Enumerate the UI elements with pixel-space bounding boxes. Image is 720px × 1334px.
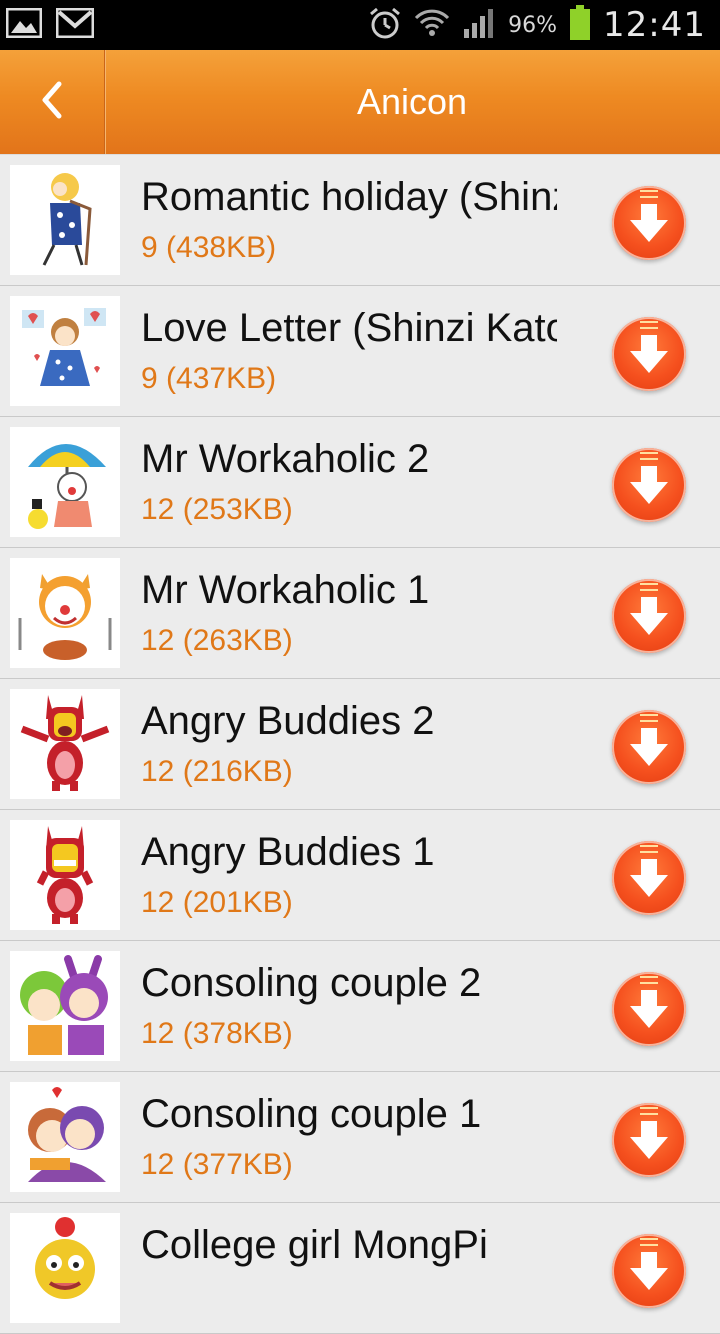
status-bar: 96% 12:41 xyxy=(0,0,720,50)
item-meta: 9 (437KB) xyxy=(141,362,277,395)
battery-percentage: 96% xyxy=(508,12,558,38)
wifi-icon xyxy=(414,6,450,45)
download-icon xyxy=(630,845,668,897)
list-item[interactable]: Mr Workaholic 1 12 (263KB) xyxy=(0,548,720,679)
item-name: Consoling couple 2 xyxy=(141,961,482,1005)
item-name: Mr Workaholic 1 xyxy=(141,568,430,612)
sticker-thumbnail xyxy=(10,296,120,406)
sticker-thumbnail xyxy=(10,558,120,668)
list-item[interactable]: Consoling couple 1 12 (377KB) xyxy=(0,1072,720,1203)
alarm-icon xyxy=(368,6,402,45)
list-item[interactable]: Consoling couple 2 12 (378KB) xyxy=(0,941,720,1072)
item-meta: 12 (263KB) xyxy=(141,624,293,657)
download-icon xyxy=(630,452,668,504)
download-button[interactable] xyxy=(612,710,686,784)
download-button[interactable] xyxy=(612,186,686,260)
item-meta: 12 (253KB) xyxy=(141,493,293,526)
back-button[interactable] xyxy=(0,50,106,154)
sticker-thumbnail xyxy=(10,951,120,1061)
item-name: Consoling couple 1 xyxy=(141,1092,482,1136)
sticker-thumbnail xyxy=(10,165,120,275)
download-button[interactable] xyxy=(612,1234,686,1308)
download-button[interactable] xyxy=(612,841,686,915)
download-icon xyxy=(630,321,668,373)
download-button[interactable] xyxy=(612,1103,686,1177)
item-name: Angry Buddies 1 xyxy=(141,830,435,874)
sticker-thumbnail xyxy=(10,689,120,799)
item-name: Angry Buddies 2 xyxy=(141,699,435,743)
sticker-thumbnail xyxy=(10,1082,120,1192)
sticker-thumbnail xyxy=(10,1213,120,1323)
list-item[interactable]: Romantic holiday (Shinzi Katoh) 9 (438KB… xyxy=(0,154,720,286)
list-item[interactable]: Angry Buddies 2 12 (216KB) xyxy=(0,679,720,810)
page-title: Anicon xyxy=(356,81,468,122)
app-header: Anicon xyxy=(0,50,720,154)
signal-icon xyxy=(462,7,496,44)
battery-icon xyxy=(569,4,591,46)
download-button[interactable] xyxy=(612,317,686,391)
sticker-thumbnail xyxy=(10,820,120,930)
item-name: Love Letter (Shinzi Katoh) xyxy=(141,306,557,350)
sticker-list: Romantic holiday (Shinzi Katoh) 9 (438KB… xyxy=(0,154,720,1334)
download-button[interactable] xyxy=(612,972,686,1046)
item-name: Mr Workaholic 2 xyxy=(141,437,430,481)
clock: 12:41 xyxy=(603,5,706,45)
item-name: College girl MongPi xyxy=(141,1223,488,1267)
download-button[interactable] xyxy=(612,579,686,653)
item-name: Romantic holiday (Shinzi Katoh) xyxy=(141,175,557,219)
list-item[interactable]: Mr Workaholic 2 12 (253KB) xyxy=(0,417,720,548)
list-item[interactable]: Love Letter (Shinzi Katoh) 9 (437KB) xyxy=(0,286,720,417)
chevron-left-icon xyxy=(37,80,67,125)
list-item[interactable]: Angry Buddies 1 12 (201KB) xyxy=(0,810,720,941)
item-meta: 9 (438KB) xyxy=(141,231,277,264)
sticker-thumbnail xyxy=(10,427,120,537)
download-icon xyxy=(630,1238,668,1290)
download-icon xyxy=(630,976,668,1028)
download-icon xyxy=(630,714,668,766)
download-icon xyxy=(630,190,668,242)
download-icon xyxy=(630,583,668,635)
item-meta: 12 (201KB) xyxy=(141,886,293,919)
item-meta: 12 (378KB) xyxy=(141,1017,293,1050)
item-meta: 12 (377KB) xyxy=(141,1148,293,1181)
download-button[interactable] xyxy=(612,448,686,522)
image-icon xyxy=(5,7,43,43)
gmail-icon xyxy=(55,7,95,43)
list-item[interactable]: College girl MongPi xyxy=(0,1203,720,1334)
download-icon xyxy=(630,1107,668,1159)
item-meta: 12 (216KB) xyxy=(141,755,293,788)
